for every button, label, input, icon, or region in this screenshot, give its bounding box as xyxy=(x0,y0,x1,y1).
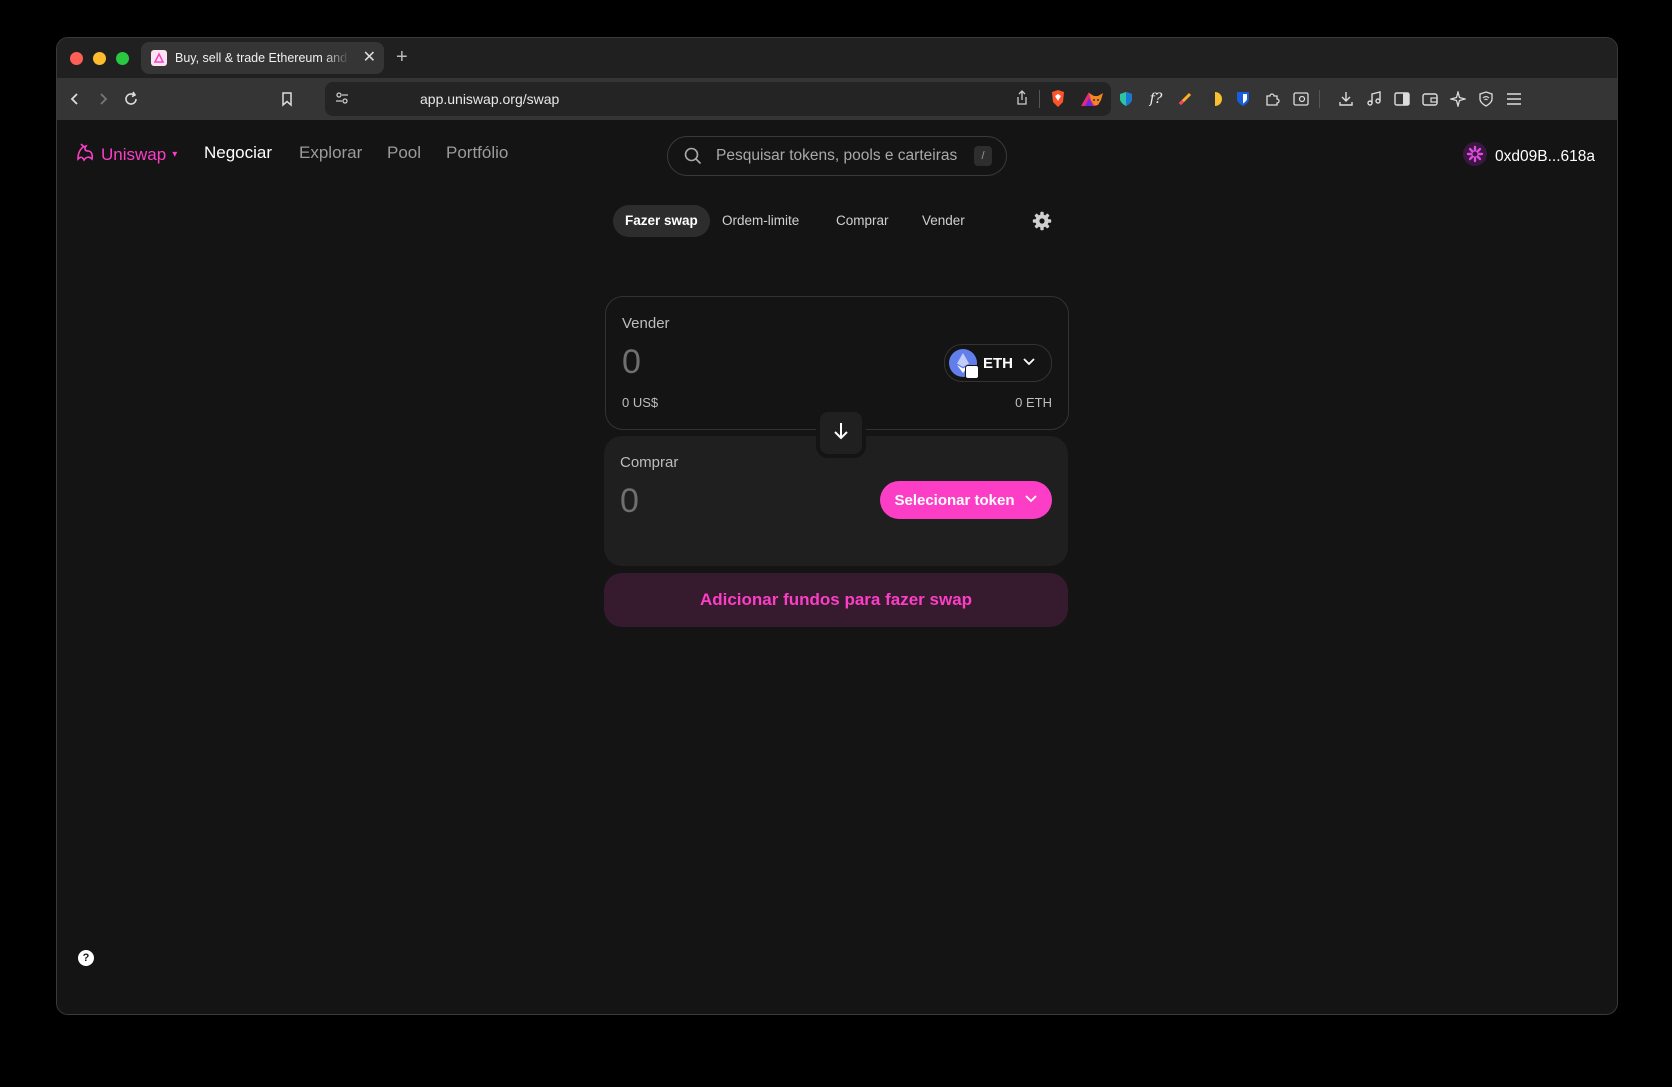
search-icon xyxy=(684,147,702,170)
search-shortcut-key: / xyxy=(974,146,992,166)
swap-direction-button[interactable] xyxy=(816,408,866,458)
add-funds-label: Adicionar fundos para fazer swap xyxy=(699,590,973,609)
site-settings-icon[interactable] xyxy=(335,91,349,110)
avatar xyxy=(1463,142,1488,171)
metamask-icon[interactable] xyxy=(1086,89,1106,109)
sell-label: Vender xyxy=(622,315,670,332)
search-placeholder: Pesquisar tokens, pools e carteiras xyxy=(716,147,958,164)
media-icon[interactable] xyxy=(1364,89,1384,109)
account-address: 0xd09B...618a xyxy=(1495,147,1595,165)
menu-icon[interactable] xyxy=(1504,89,1524,109)
vpn-icon[interactable] xyxy=(1476,89,1496,109)
divider xyxy=(1039,90,1040,108)
tab-ordem-limite[interactable]: Ordem-limite xyxy=(710,205,811,237)
eth-token-icon xyxy=(949,349,979,379)
buy-label: Comprar xyxy=(620,454,679,471)
sell-amount-input[interactable]: 0 xyxy=(622,343,641,382)
brand-caret-icon: ▾ xyxy=(172,149,178,160)
reload-icon[interactable] xyxy=(119,87,143,111)
select-token-label: Selecionar token xyxy=(894,491,1015,509)
help-icon[interactable]: ? xyxy=(78,950,94,966)
forward-icon[interactable] xyxy=(91,87,115,111)
nav-pool[interactable]: Pool xyxy=(387,143,421,163)
back-icon[interactable] xyxy=(63,87,87,111)
tab-title: Buy, sell & trade Ethereum and xyxy=(175,51,348,65)
divider xyxy=(1319,90,1320,108)
search-input[interactable]: Pesquisar tokens, pools e carteiras / xyxy=(667,136,1007,176)
share-icon[interactable] xyxy=(1015,90,1029,111)
tab-comprar[interactable]: Comprar xyxy=(824,205,901,237)
settings-gear-icon[interactable] xyxy=(1032,211,1052,231)
buy-amount-input[interactable]: 0 xyxy=(620,482,639,521)
swap-tabs: Fazer swap Ordem-limite Comprar Vender xyxy=(610,205,1066,237)
url-text: app.uniswap.org/swap xyxy=(420,91,560,107)
nav-portfolio[interactable]: Portfólio xyxy=(446,143,508,163)
tab-close-icon[interactable]: ✕ xyxy=(363,48,376,68)
nav-explorar[interactable]: Explorar xyxy=(299,143,362,163)
new-tab-button[interactable]: + xyxy=(396,44,408,70)
brave-shields-icon[interactable] xyxy=(1049,89,1067,114)
uniswap-logo-icon xyxy=(75,142,97,167)
download-icon[interactable] xyxy=(1336,89,1356,109)
bookmark-icon[interactable] xyxy=(275,87,299,111)
bitwarden-icon[interactable] xyxy=(1233,89,1253,109)
formula-extension-icon[interactable]: f? xyxy=(1146,89,1166,109)
browser-toolbar: app.uniswap.org/swap f? xyxy=(57,78,1617,120)
pen-extension-icon[interactable] xyxy=(1175,89,1195,109)
sell-usd-value: 0 US$ xyxy=(622,395,659,410)
account-button[interactable]: 0xd09B...618a xyxy=(1463,142,1595,171)
page-content: Uniswap ▾ Negociar Explorar Pool Portfól… xyxy=(57,120,1617,1014)
moon-extension-icon[interactable] xyxy=(1205,89,1225,109)
sidebar-icon[interactable] xyxy=(1392,89,1412,109)
reader-mode-icon[interactable] xyxy=(1291,89,1311,109)
sell-balance: 0 ETH xyxy=(1015,395,1052,410)
address-bar[interactable]: app.uniswap.org/swap xyxy=(325,82,1111,116)
extensions-icon[interactable] xyxy=(1262,89,1282,109)
shield-extension-icon[interactable] xyxy=(1116,89,1136,109)
minimize-window-button[interactable] xyxy=(93,52,106,65)
add-funds-button[interactable]: Adicionar fundos para fazer swap xyxy=(604,573,1068,627)
sell-token-selector[interactable]: ETH xyxy=(944,344,1052,382)
chevron-down-icon xyxy=(1022,354,1036,372)
brand-menu[interactable]: Uniswap ▾ xyxy=(75,142,177,167)
nav-negociar[interactable]: Negociar xyxy=(204,143,272,163)
browser-tab[interactable]: Buy, sell & trade Ethereum and ✕ xyxy=(141,42,384,74)
chevron-down-icon xyxy=(1024,491,1038,509)
select-token-button[interactable]: Selecionar token xyxy=(880,481,1052,519)
close-window-button[interactable] xyxy=(70,52,83,65)
browser-window: Buy, sell & trade Ethereum and ✕ + app.u… xyxy=(56,37,1618,1015)
brand-name: Uniswap xyxy=(101,144,167,164)
sell-token-name: ETH xyxy=(983,354,1013,372)
wallet-icon[interactable] xyxy=(1420,89,1440,109)
maximize-window-button[interactable] xyxy=(116,52,129,65)
arrow-down-icon xyxy=(833,422,849,445)
uniswap-favicon-icon xyxy=(151,50,167,66)
tab-fazer-swap[interactable]: Fazer swap xyxy=(613,205,710,237)
tab-bar: Buy, sell & trade Ethereum and ✕ + xyxy=(57,38,1617,78)
leo-ai-icon[interactable] xyxy=(1448,89,1468,109)
tab-vender[interactable]: Vender xyxy=(910,205,977,237)
